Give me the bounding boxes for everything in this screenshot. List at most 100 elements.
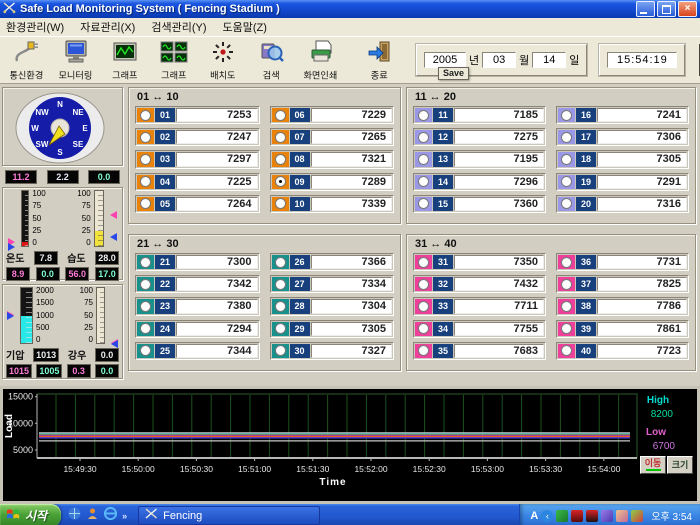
channel-radio-16[interactable] xyxy=(558,108,575,122)
toolbar-button-label: 통신환경 xyxy=(10,68,44,82)
channel-radio-14[interactable] xyxy=(415,175,432,189)
channel-radio-35[interactable] xyxy=(415,344,432,358)
taskbar-task-fencing[interactable]: Fencing xyxy=(138,506,320,525)
menu-item-0[interactable]: 환경관리(W) xyxy=(6,19,64,35)
year-field[interactable]: 2005 xyxy=(424,52,466,68)
close-button[interactable]: × xyxy=(678,1,697,17)
month-field[interactable]: 03 xyxy=(482,52,516,68)
channel-radio-11[interactable] xyxy=(415,108,432,122)
channel-radio-40[interactable] xyxy=(558,344,575,358)
channel-radio-09[interactable] xyxy=(272,175,289,189)
channel-number: 29 xyxy=(290,322,310,336)
channel-radio-15[interactable] xyxy=(415,197,432,211)
channel-radio-12[interactable] xyxy=(415,130,432,144)
size-button[interactable]: 크기 xyxy=(667,456,693,474)
channel-number: 26 xyxy=(290,255,310,269)
channel-radio-30[interactable] xyxy=(272,344,289,358)
channel-number: 12 xyxy=(433,130,453,144)
tray-chevron-icon[interactable]: ‹ xyxy=(541,510,553,522)
channel-number: 30 xyxy=(290,344,310,358)
channel-group-31-40: 31 ↔ 40317350327432337711347755357683367… xyxy=(406,234,696,371)
tray-icon-6[interactable] xyxy=(631,510,643,522)
quick-launch-icon-3[interactable] xyxy=(104,507,117,525)
quick-launch-icon-1[interactable] xyxy=(68,507,81,525)
quick-launch-icon-2[interactable] xyxy=(86,507,99,525)
channel-radio-29[interactable] xyxy=(272,322,289,336)
channel-radio-25[interactable] xyxy=(137,344,154,358)
tray-icon-3[interactable] xyxy=(586,510,598,522)
channel-radio-36[interactable] xyxy=(558,255,575,269)
channel-radio-01[interactable] xyxy=(137,108,154,122)
wind-readouts: 11.22.20.0 xyxy=(2,169,123,187)
move-button[interactable]: 이동 xyxy=(640,456,666,474)
layout-button[interactable]: 배치도 xyxy=(198,36,247,84)
layout-icon xyxy=(211,39,235,64)
channel-radio-32[interactable] xyxy=(415,277,432,291)
channel-radio-20[interactable] xyxy=(558,197,575,211)
channel-radio-03[interactable] xyxy=(137,152,154,166)
channel-radio-18[interactable] xyxy=(558,152,575,166)
day-field[interactable]: 14 xyxy=(532,52,566,68)
channel-radio-06[interactable] xyxy=(272,108,289,122)
channel-radio-39[interactable] xyxy=(558,322,575,336)
month-unit-label: 월 xyxy=(519,52,529,68)
tray-icon-4[interactable] xyxy=(601,510,613,522)
multi-graph-button[interactable]: 그래프 xyxy=(149,36,198,84)
channel-row-20: 207316 xyxy=(556,195,689,213)
channel-value-field: 7861 xyxy=(597,322,687,336)
graph-button[interactable]: 그래프 xyxy=(100,36,149,84)
ime-indicator[interactable]: A xyxy=(530,510,538,522)
time-field[interactable]: 15:54:19 xyxy=(607,52,677,68)
channel-radio-08[interactable] xyxy=(272,152,289,166)
channel-radio-28[interactable] xyxy=(272,299,289,313)
channel-radio-37[interactable] xyxy=(558,277,575,291)
channel-value-field: 7291 xyxy=(597,175,687,189)
channel-radio-07[interactable] xyxy=(272,130,289,144)
channel-value-field: 7360 xyxy=(454,197,544,211)
channel-radio-31[interactable] xyxy=(415,255,432,269)
toolbar-buttons: 통신환경모니터링그래프그래프배치도검색화면인쇄종료 xyxy=(2,37,404,83)
channel-radio-27[interactable] xyxy=(272,277,289,291)
restore-button[interactable] xyxy=(657,1,676,17)
start-button[interactable]: 시작 xyxy=(0,504,61,525)
tray-icon-2[interactable] xyxy=(571,510,583,522)
minimize-button[interactable] xyxy=(636,1,655,17)
channel-radio-21[interactable] xyxy=(137,255,154,269)
channel-radio-22[interactable] xyxy=(137,277,154,291)
channel-radio-13[interactable] xyxy=(415,152,432,166)
tray-icon-1[interactable] xyxy=(556,510,568,522)
channel-radio-34[interactable] xyxy=(415,322,432,336)
humidity-low-value: 17.0 xyxy=(95,267,119,281)
channel-radio-38[interactable] xyxy=(558,299,575,313)
channel-row-13: 137195 xyxy=(413,150,546,168)
close-icon: × xyxy=(679,2,696,16)
channel-row-38: 387786 xyxy=(556,297,689,315)
x-tick-label: 15:49:30 xyxy=(63,464,96,474)
tray-icon-5[interactable] xyxy=(616,510,628,522)
search-button[interactable]: 검색 xyxy=(247,36,296,84)
menu-item-2[interactable]: 검색관리(Y) xyxy=(151,19,206,35)
rain-low-value: 0.0 xyxy=(95,364,119,378)
channel-value-field: 7304 xyxy=(311,299,393,313)
channel-radio-17[interactable] xyxy=(558,130,575,144)
channel-row-12: 127275 xyxy=(413,128,546,146)
channel-radio-02[interactable] xyxy=(137,130,154,144)
monitoring-button[interactable]: 모니터링 xyxy=(51,36,100,84)
comm-env-button[interactable]: 통신환경 xyxy=(2,36,51,84)
channel-value-field: 7786 xyxy=(597,299,687,313)
quick-launch-overflow[interactable]: » xyxy=(122,511,127,521)
channel-radio-04[interactable] xyxy=(137,175,154,189)
channel-radio-24[interactable] xyxy=(137,322,154,336)
menu-item-3[interactable]: 도움말(Z) xyxy=(223,19,267,35)
channel-radio-33[interactable] xyxy=(415,299,432,313)
channel-number: 11 xyxy=(433,108,453,122)
channel-radio-23[interactable] xyxy=(137,299,154,313)
print-icon xyxy=(308,39,334,64)
exit-button[interactable]: 종료 xyxy=(355,36,404,84)
channel-radio-05[interactable] xyxy=(137,197,154,211)
menu-item-1[interactable]: 자료관리(X) xyxy=(80,19,135,35)
channel-radio-10[interactable] xyxy=(272,197,289,211)
print-button[interactable]: 화면인쇄 xyxy=(296,36,345,84)
channel-radio-19[interactable] xyxy=(558,175,575,189)
channel-radio-26[interactable] xyxy=(272,255,289,269)
